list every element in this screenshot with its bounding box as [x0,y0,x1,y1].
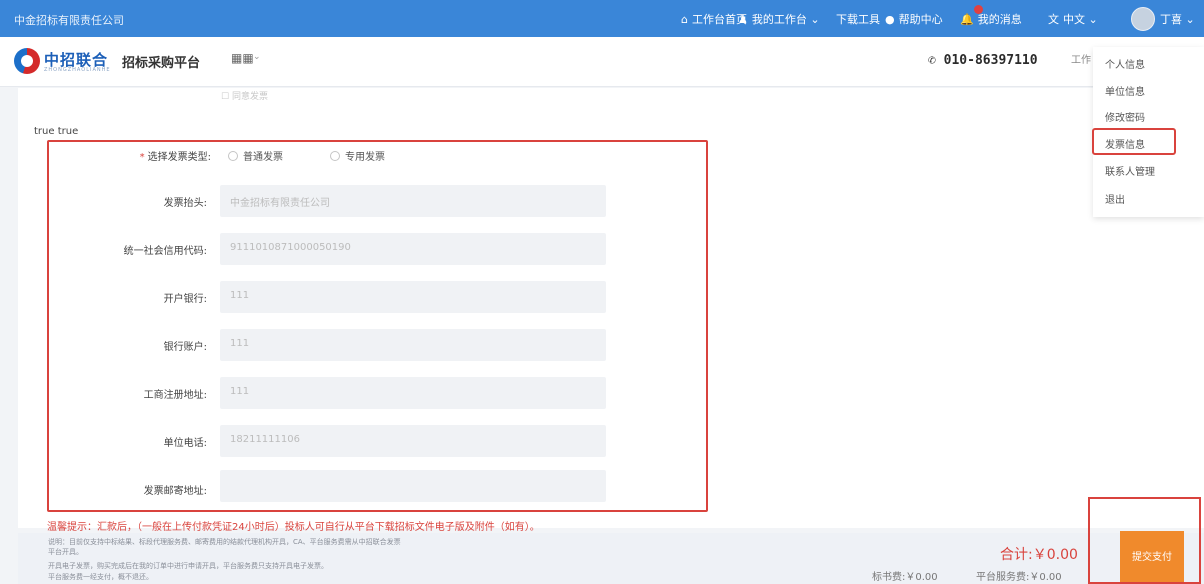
nav-download-tools[interactable]: 下载工具 [836,11,880,27]
phone-text: 010-86397110 [943,53,1038,68]
work-link[interactable]: 工作 [1071,51,1091,66]
menu-item-company-info[interactable]: 单位信息 [1105,83,1145,98]
nav-help-center[interactable]: ● 帮助中心 [885,11,943,27]
logo-subtitle: ZHONGZHAOLIANHE [44,67,111,73]
note-line: 平台服务费一经支付，概不退还。 [48,573,153,581]
top-bar: 中金招标有限责任公司 ⌂ 工作台首页 ♟ 我的工作台 ⌄ 下载工具 ● 帮助中心 🔔 我… [0,0,1204,37]
company-name: 中金招标有限责任公司 [14,14,124,27]
faded-option: ☐ 同意发票 [221,89,268,102]
platform-fee: 平台服务费:￥0.00 [976,572,1062,583]
logo-icon [14,48,40,74]
phone-number: ✆ 010-86397110 [928,53,1038,68]
home-icon: ⌂ [681,13,688,26]
nav-language[interactable]: 文中文 ⌄ [1048,11,1098,27]
checkbox-icon: ☐ [221,92,232,102]
menu-highlight-box [1092,128,1176,155]
submit-highlight-box [1088,497,1201,584]
app-grid-icon[interactable]: ▦▦ [231,51,254,65]
help-icon: ● [885,13,895,26]
menu-item-contacts[interactable]: 联系人管理 [1105,163,1155,178]
site-header: 中招联合 ZHONGZHAOLIANHE 招标采购平台 ▦▦ ⌄ ✆ 010-8… [0,37,1204,87]
nav-messages[interactable]: 🔔 我的消息 [960,11,1022,27]
doc-fee: 标书费:￥0.00 [872,572,938,583]
note-line: 开具电子发票，购买完成后在我的订单中进行申请开具，平台服务费只支持开具电子发票。 [48,562,328,570]
menu-item-change-password[interactable]: 修改密码 [1105,109,1145,124]
faded-option-label: 同意发票 [231,92,268,102]
language-icon: 文 [1048,13,1059,26]
nav-help-label: 帮助中心 [898,13,943,26]
section-label: true true [34,126,79,137]
nav-my-workbench[interactable]: ♟ 我的工作台 ⌄ [738,11,820,27]
warning-text: 温馨提示：汇款后，（一般在上传付款凭证24小时后）投标人可自行从平台下载招标文件… [47,522,540,533]
nav-download-label: 下载工具 [836,13,880,26]
bell-icon: 🔔 [960,13,974,26]
nav-messages-label: 我的消息 [977,13,1022,26]
message-badge [974,5,983,14]
menu-item-logout[interactable]: 退出 [1105,191,1125,206]
nav-my-workbench-label: 我的工作台 ⌄ [751,13,820,26]
phone-icon: ✆ [928,53,944,68]
note-line: 说明：目前仅支持中标结果、标段代理服务费、邮寄费用的结款代理机构开具，CA、平台… [48,538,401,546]
user-menu[interactable]: 丁喜 ⌄ [1160,11,1195,27]
avatar[interactable] [1131,7,1155,31]
total-amount: 合计:￥0.00 [1000,547,1078,563]
note-line: 平台开具。 [48,548,83,556]
platform-title: 招标采购平台 [122,56,201,71]
nav-language-label: 中文 ⌄ [1063,13,1098,26]
user-icon: ♟ [738,13,748,26]
chevron-down-icon[interactable]: ⌄ [253,52,261,62]
form-highlight-box [47,140,708,512]
menu-item-profile[interactable]: 个人信息 [1105,56,1145,71]
